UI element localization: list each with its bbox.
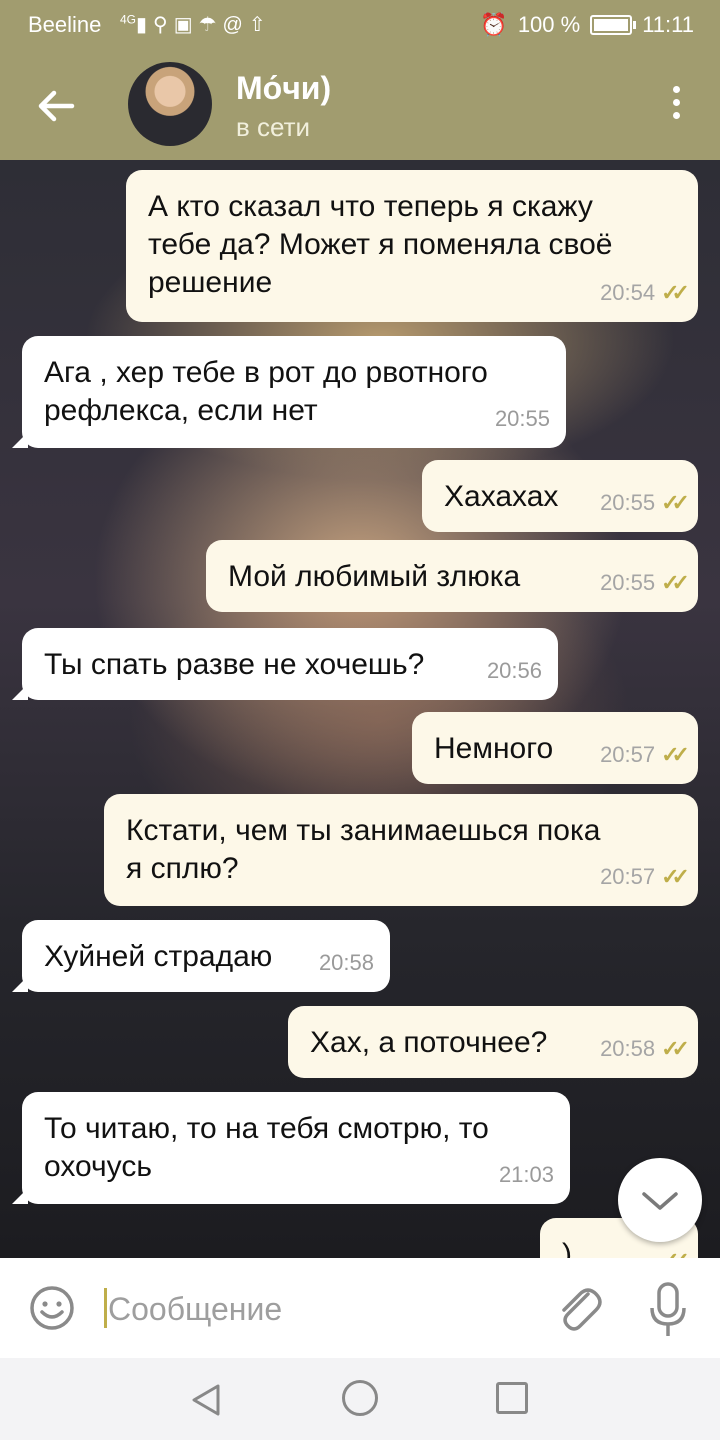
status-bar: Beeline 4G▮⚲▣☂@⇧ ⏰ 100 % 11:11 (0, 0, 720, 48)
message-meta: 20:58 (319, 944, 374, 982)
contact-avatar[interactable] (128, 62, 212, 146)
message-meta: ✓✓ (655, 1242, 690, 1258)
message-bubble-incoming[interactable]: То читаю, то на тебя смотрю, то охочусь … (12, 1092, 570, 1204)
message-bubble-incoming[interactable]: Хуйней страдаю 20:58 (12, 920, 390, 992)
message-time: 20:57 (600, 742, 656, 767)
microphone-icon[interactable] (646, 1280, 690, 1340)
message-meta: 20:57 ✓✓ (600, 858, 690, 896)
network-type: 4G (120, 12, 137, 27)
message-time: 20:58 (318, 950, 374, 975)
message-meta: 20:56 (487, 652, 542, 690)
alarm-icon: ⏰ (480, 12, 508, 37)
battery-fill (594, 19, 629, 31)
scroll-down-button[interactable] (618, 1158, 702, 1242)
message-meta: 20:58 ✓✓ (600, 1030, 690, 1068)
emoji-icon[interactable] (28, 1284, 76, 1332)
message-text: Ага , хер тебе в рот до рвотного рефлекс… (44, 356, 488, 427)
back-arrow-icon[interactable] (32, 82, 80, 130)
message-time: 20:56 (486, 658, 542, 683)
image-icon: ▣ (173, 14, 199, 36)
message-bubble-incoming[interactable]: Ты спать разве не хочешь? 20:56 (12, 628, 558, 700)
search-icon: ⚲ (153, 14, 174, 36)
message-text: А кто сказал что теперь я скажу тебе да?… (148, 190, 613, 299)
umbrella-icon: ☂ (198, 14, 223, 36)
double-check-icon: ✓✓ (661, 1036, 690, 1061)
message-time: 20:55 (600, 490, 656, 515)
double-check-icon: ✓✓ (661, 742, 690, 767)
message-meta: 20:55 ✓✓ (600, 564, 690, 602)
message-meta: 20:55 (495, 400, 550, 438)
message-time: 20:58 (600, 1036, 656, 1061)
nav-back-icon[interactable] (186, 1380, 226, 1420)
message-meta: 21:03 (499, 1156, 554, 1194)
message-bubble-outgoing[interactable]: Кстати, чем ты занимаешься пока я сплю? … (104, 794, 698, 906)
status-icons: 4G▮⚲▣☂@⇧ (120, 12, 272, 37)
at-icon: @ (222, 14, 249, 36)
message-bubble-outgoing[interactable]: Мой любимый злюка 20:55 ✓✓ (206, 540, 698, 612)
contact-status: в сети (236, 112, 311, 142)
nav-recent-apps-icon[interactable] (496, 1382, 528, 1414)
message-text: То читаю, то на тебя смотрю, то охочусь (44, 1112, 489, 1183)
message-bubble-outgoing[interactable]: Хахахах 20:55 ✓✓ (422, 460, 698, 532)
message-time: 20:54 (600, 280, 656, 305)
message-meta: 20:54 ✓✓ (600, 274, 690, 312)
message-bubble-outgoing[interactable]: Немного 20:57 ✓✓ (412, 712, 698, 784)
system-nav-bar (0, 1358, 720, 1440)
message-meta: 20:55 ✓✓ (600, 484, 690, 522)
message-time: 20:55 (600, 570, 656, 595)
chevron-down-icon (642, 1192, 678, 1210)
double-check-icon: ✓✓ (661, 864, 690, 889)
more-menu-icon[interactable] (666, 86, 686, 126)
battery-percent: 100 % (517, 12, 581, 37)
double-check-icon: ✓✓ (661, 490, 690, 515)
message-input[interactable] (106, 1284, 530, 1334)
battery-icon (590, 15, 637, 35)
message-time: 21:03 (498, 1162, 554, 1187)
message-bubble-outgoing[interactable]: Хах, а поточнее? 20:58 ✓✓ (288, 1006, 698, 1078)
message-composer (0, 1258, 720, 1358)
paperclip-icon[interactable] (552, 1280, 604, 1336)
message-text: Кстати, чем ты занимаешься пока я сплю? (126, 814, 601, 885)
contact-name[interactable]: Мо́чи) (236, 70, 331, 107)
message-text: Ты спать разве не хочешь? (44, 648, 425, 681)
clock: 11:11 (642, 12, 694, 37)
message-time: 20:55 (494, 406, 550, 431)
nav-home-icon[interactable] (342, 1380, 378, 1416)
chat-header: Мо́чи) в сети (0, 48, 720, 160)
message-list[interactable]: А кто сказал что теперь я скажу тебе да?… (0, 160, 720, 1258)
upload-icon: ⇧ (248, 14, 272, 36)
message-bubble-incoming[interactable]: Ага , хер тебе в рот до рвотного рефлекс… (12, 336, 566, 448)
message-meta: 20:57 ✓✓ (600, 736, 690, 774)
message-time: 20:57 (600, 864, 656, 889)
double-check-icon: ✓✓ (661, 570, 690, 595)
status-right: ⏰ 100 % 11:11 (480, 12, 694, 38)
double-check-icon: ✓✓ (661, 280, 690, 305)
double-check-icon: ✓✓ (661, 1242, 690, 1258)
signal-icon: ▮ (136, 14, 154, 36)
message-bubble-outgoing[interactable]: А кто сказал что теперь я скажу тебе да?… (126, 170, 698, 322)
carrier-name: Beeline (28, 12, 102, 37)
